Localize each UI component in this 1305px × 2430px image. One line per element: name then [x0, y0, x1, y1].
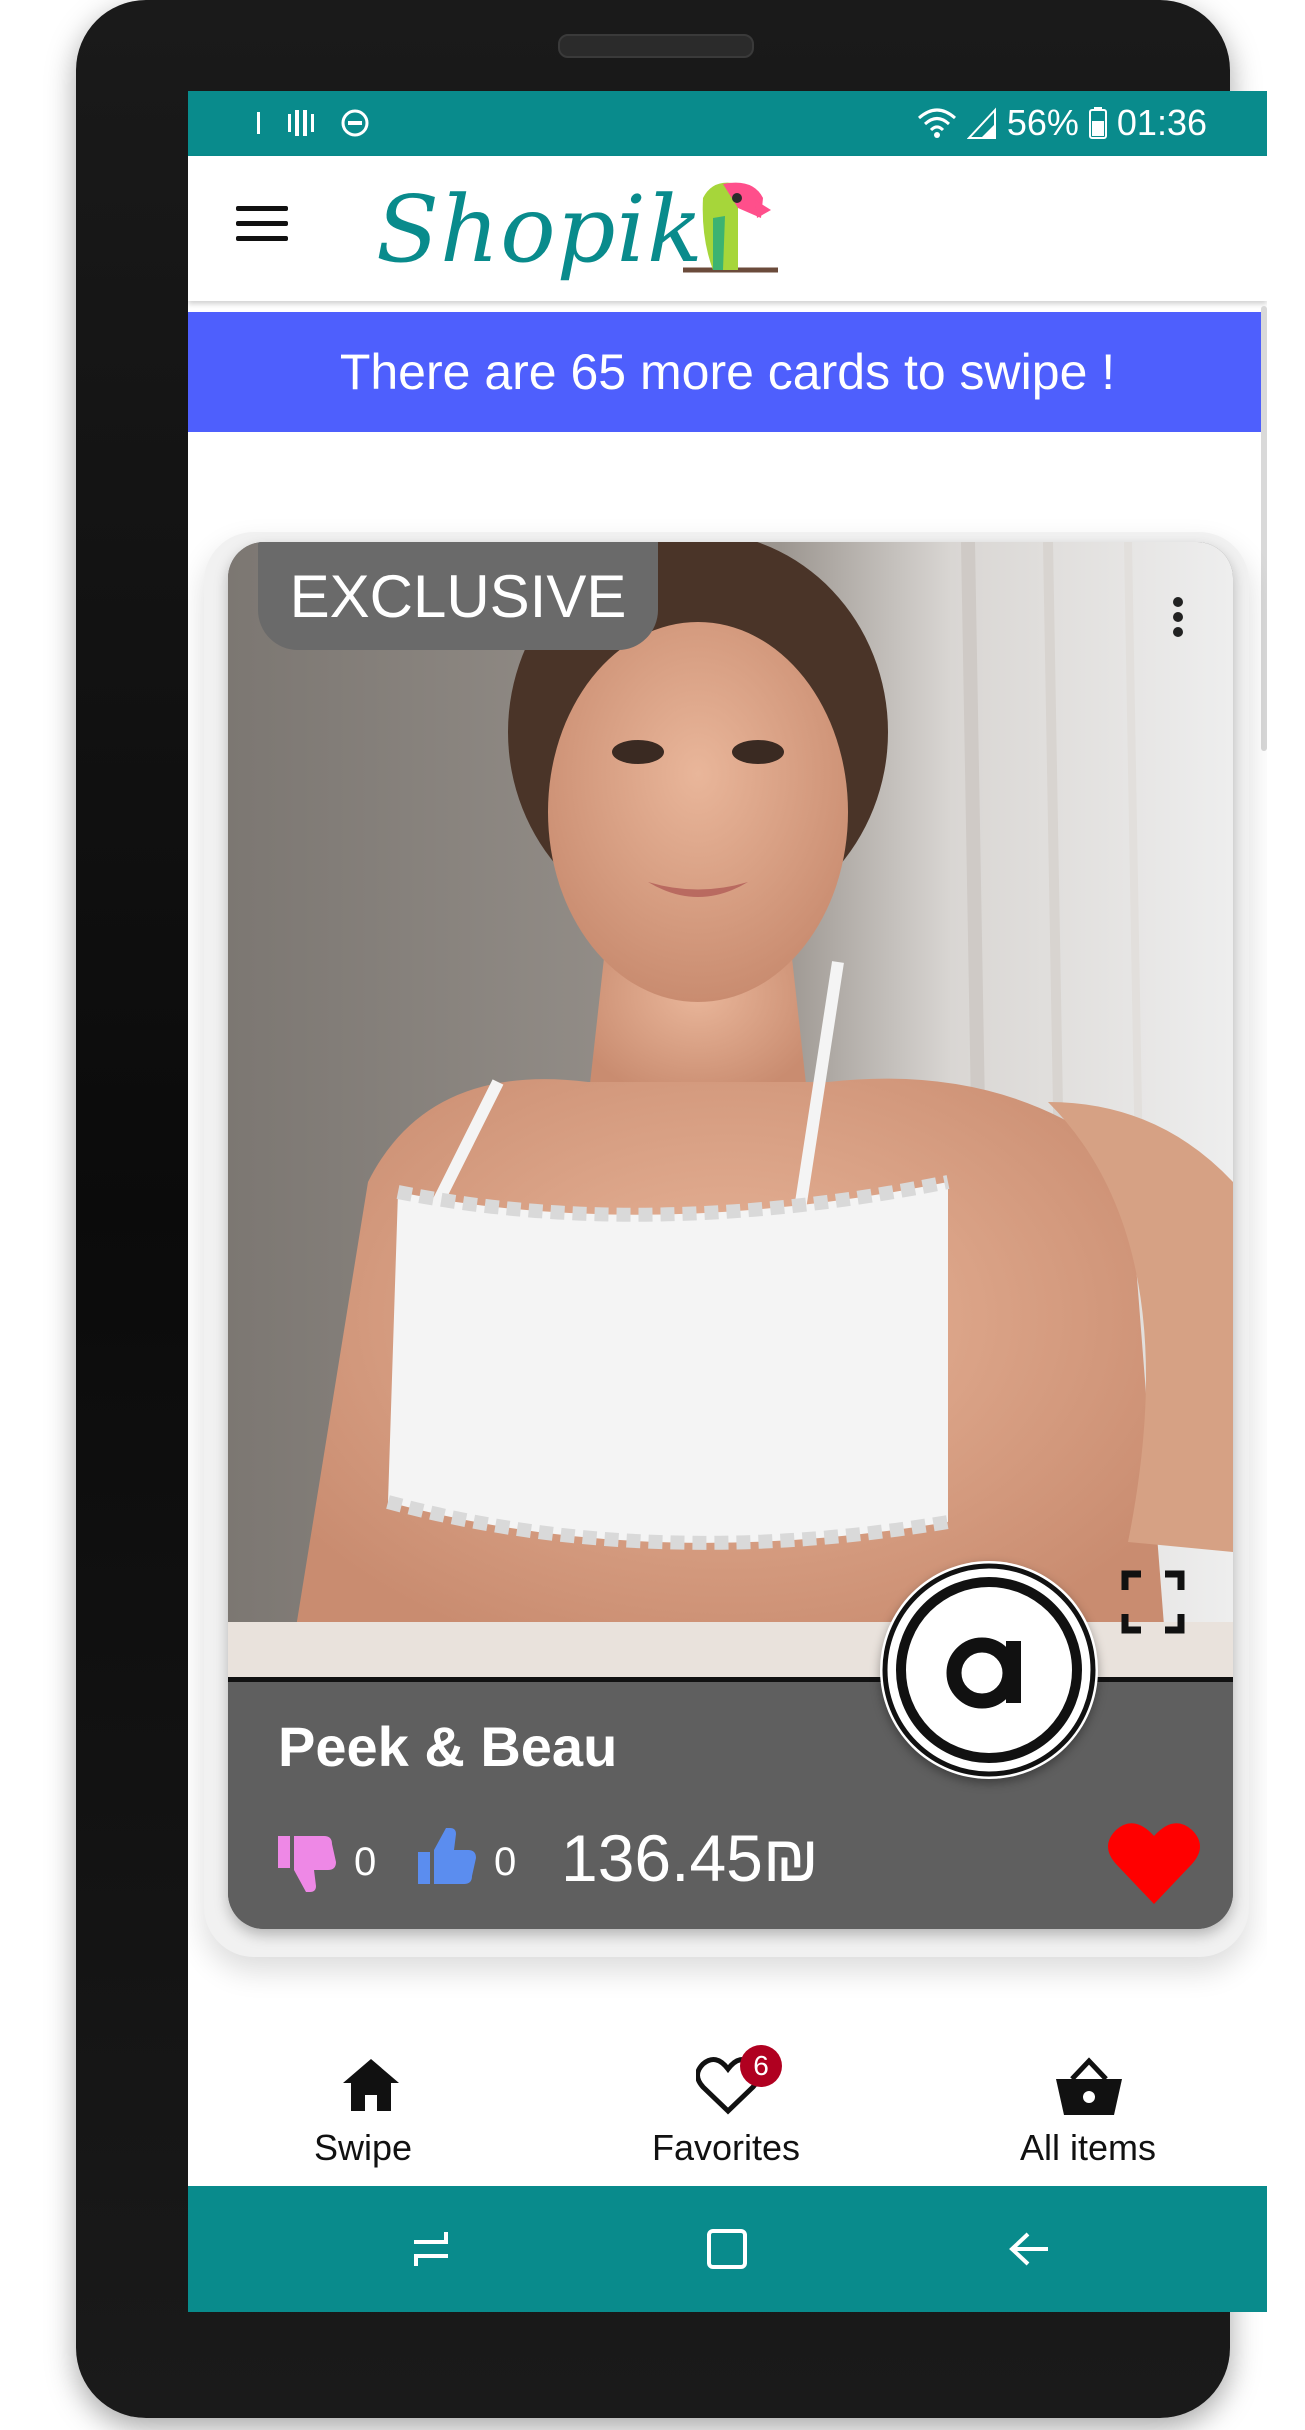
back-arrow-icon[interactable] [1004, 2224, 1054, 2274]
dislike-count: 0 [354, 1840, 377, 1884]
price: 136.45₪ [561, 1821, 819, 1895]
signal-icon [966, 107, 996, 139]
phone-frame: 56% 01:36 Shopik There are 65 more cards [76, 0, 1267, 2418]
vibrate-icon [288, 110, 314, 136]
phone-speaker [558, 34, 754, 58]
battery-percent: 56% [1006, 102, 1079, 143]
battery-icon [1088, 107, 1107, 139]
clock: 01:36 [1116, 102, 1207, 143]
recent-apps-icon[interactable] [406, 2224, 456, 2274]
nav-favorites[interactable]: 6 Favorites [606, 2045, 846, 2173]
app-logo-text: Shopik [376, 176, 704, 283]
notification-bar-icon [257, 112, 260, 134]
banner-text: There are 65 more cards to swipe ! [339, 344, 1116, 400]
bottom-navigation: Swipe 6 Favorites All items [188, 2043, 1267, 2185]
store-logo-button[interactable] [880, 1561, 1098, 1779]
asos-logo-icon [882, 1563, 1096, 1777]
home-icon [343, 2059, 399, 2111]
fullscreen-icon[interactable] [1121, 1570, 1185, 1634]
brand-name: Peek & Beau [278, 1715, 618, 1778]
thumbs-up-icon[interactable] [416, 1826, 478, 1888]
cards-remaining-banner: There are 65 more cards to swipe ! [188, 312, 1267, 432]
status-left-icons [256, 105, 370, 141]
app-bar: Shopik [188, 156, 1267, 301]
product-image [228, 542, 1233, 1677]
do-not-disturb-icon [341, 109, 369, 137]
favorite-heart-icon[interactable] [1106, 1818, 1202, 1908]
status-right-icons: 56% 01:36 [917, 102, 1207, 143]
scrollbar[interactable] [1261, 306, 1267, 751]
nav-all-items[interactable]: All items [968, 2053, 1208, 2173]
nav-swipe-label: Swipe [313, 2127, 413, 2168]
nav-swipe[interactable]: Swipe [243, 2053, 483, 2173]
nav-favorites-label: Favorites [651, 2127, 801, 2168]
exclusive-badge: EXCLUSIVE [258, 542, 658, 650]
like-count: 0 [494, 1840, 517, 1884]
parrot-logo-icon [683, 182, 778, 273]
system-navigation-bar [188, 2186, 1267, 2312]
card-more-options-icon[interactable] [1173, 597, 1185, 642]
hamburger-menu-icon[interactable] [236, 206, 288, 246]
phone-screen: 56% 01:36 Shopik There are 65 more cards [188, 91, 1267, 2312]
favorites-count-badge: 6 [740, 2045, 782, 2087]
nav-all-items-label: All items [1019, 2127, 1157, 2168]
home-button-icon[interactable] [702, 2224, 752, 2274]
wifi-icon [917, 108, 956, 138]
basket-icon [1056, 2057, 1122, 2115]
thumbs-down-icon[interactable] [276, 1832, 338, 1894]
status-bar: 56% 01:36 [188, 91, 1267, 156]
